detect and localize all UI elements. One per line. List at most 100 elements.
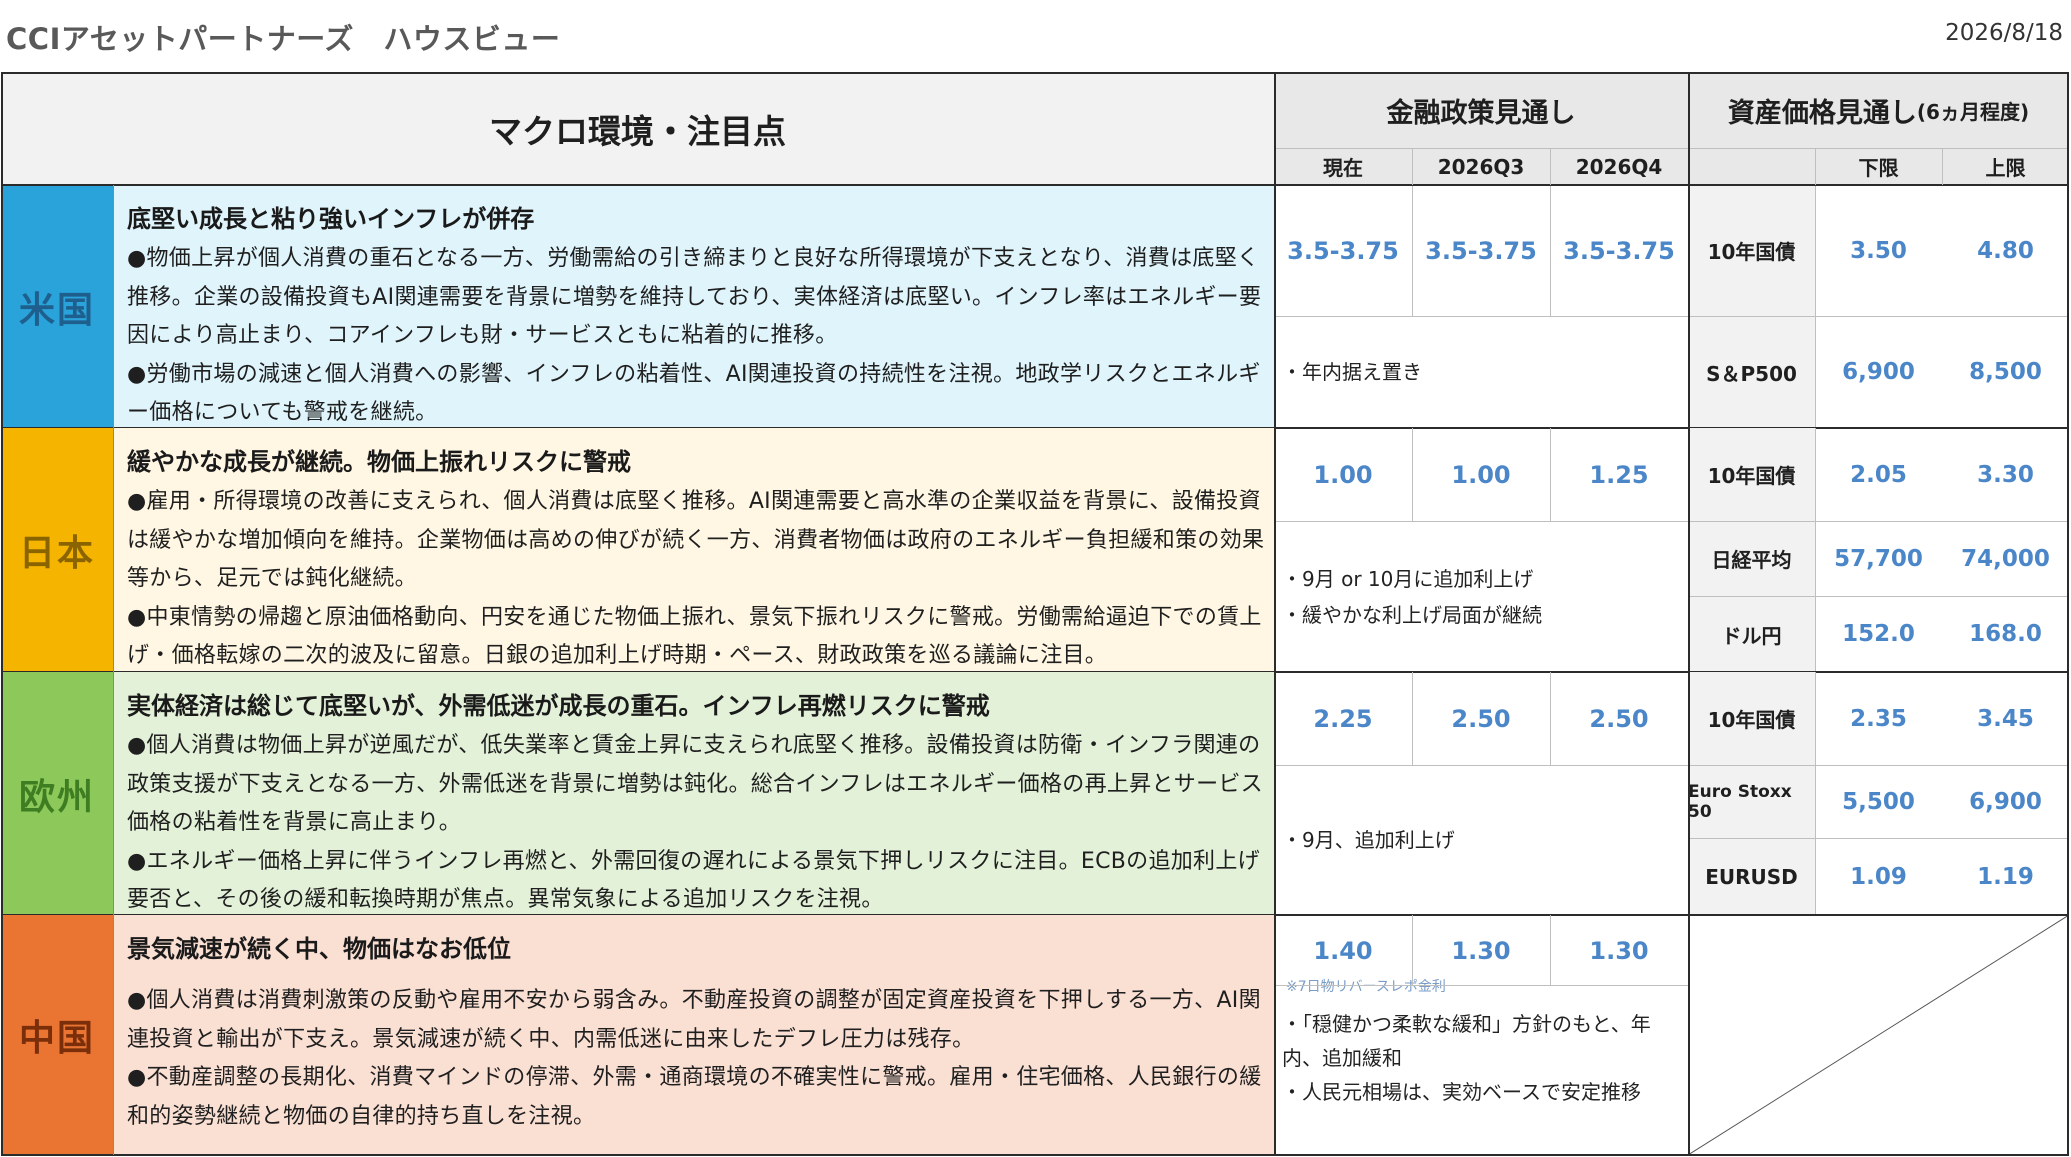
region-name: 欧州 — [1, 672, 113, 915]
policy-rate-value: 1.40 — [1313, 937, 1373, 965]
policy-rate-value: 3.5-3.75 — [1425, 236, 1537, 265]
region-paragraph: ●雇用・所得環境の改善に支えられ、個人消費は底堅く推移。AI関連需要と高水準の企… — [127, 489, 1265, 591]
asset-label: 10年国債 — [1688, 428, 1815, 521]
macro-header: マクロ環境・注目点 — [1, 72, 1274, 185]
region-paragraph: ●不動産調整の長期化、消費マインドの停滞、外需・通商環境の不確実性に警戒。雇用・… — [127, 1065, 1262, 1129]
asset-label: 10年国債 — [1688, 185, 1815, 316]
rate-col-divider — [1550, 915, 1551, 985]
policy-rate-footnote: ※7日物リバースレポ金利 — [1286, 979, 1446, 995]
region-headline: 底堅い成長と粘り強いインフレが併存 — [127, 205, 535, 233]
policy-notes: ※7日物リバースレポ金利・「穏健かつ柔軟な緩和」方針のもと、年内、追加緩和・人民… — [1274, 979, 1688, 1155]
asset-upper-bound: 3.30 — [1977, 461, 2034, 488]
report-date: 2026/8/18 — [1945, 20, 2063, 46]
header-split — [1274, 148, 2069, 149]
policy-rate-value: 2.50 — [1451, 704, 1511, 733]
asset-upper-bound: 6,900 — [1969, 788, 2042, 815]
empty-diagonal-cell — [1688, 915, 2069, 1155]
region-name: 中国 — [1, 915, 113, 1155]
policy-rate-value: 2.50 — [1589, 704, 1649, 733]
region-headline: 景気減速が続く中、物価はなお低位 — [127, 935, 511, 963]
asset-label: Euro Stoxx 50 — [1688, 765, 1815, 838]
region-paragraph: ●中東情勢の帰趨と原油価格動向、円安を通じた物価上振れ、景気下振れリスクに警戒。… — [127, 604, 1262, 669]
policy-subheader: 2026Q3 — [1412, 148, 1550, 185]
policy-notes: ・年内据え置き — [1274, 316, 1688, 428]
asset-label: 日経平均 — [1688, 521, 1815, 596]
rate-col-divider — [1412, 672, 1413, 765]
asset-row-divider — [1688, 765, 2069, 766]
policy-subheader: 2026Q4 — [1550, 148, 1688, 185]
asset-lower-bound: 6,900 — [1842, 359, 1915, 385]
rate-divider — [1274, 985, 1688, 986]
rate-col-divider — [1412, 428, 1413, 521]
region-paragraph: ●個人消費は消費刺激策の反動や雇用不安から弱含み。不動産投資の調整が固定資産投資… — [127, 988, 1261, 1052]
asset-lower-bound: 2.05 — [1850, 461, 1907, 488]
region-headline: 緩やかな成長が継続。物価上振れリスクに警戒 — [127, 448, 631, 476]
rate-col-divider — [1550, 428, 1551, 521]
asset-lower-bound: 2.35 — [1850, 705, 1907, 732]
policy-note-item: ・緩やかな利上げ局面が継続 — [1282, 602, 1542, 627]
policy-rate-value: 1.30 — [1589, 937, 1649, 965]
asset-subheader: 下限 — [1815, 148, 1942, 185]
region-headline: 実体経済は総じて底堅いが、外需低迷が成長の重石。インフレ再燃リスクに警戒 — [127, 692, 990, 720]
rate-col-divider — [1550, 672, 1551, 765]
rate-col-divider — [1550, 185, 1551, 316]
asset-subheader: 上限 — [1942, 148, 2069, 185]
asset-row-divider — [1688, 838, 2069, 839]
table-column-border — [1, 72, 3, 1155]
asset-subheader-blank — [1688, 148, 1815, 185]
asset-lower-bound: 3.50 — [1850, 237, 1907, 264]
asset-label: S＆P500 — [1688, 316, 1815, 428]
region-paragraph: ●物価上昇が個人消費の重石となる一方、労働需給の引き締まりと良好な所得環境が下支… — [127, 246, 1262, 348]
policy-rate-value: 1.00 — [1451, 460, 1511, 489]
asset-header: 資産価格見通し (6ヵ月程度) — [1688, 72, 2069, 148]
policy-note-item: ・「穏健かつ柔軟な緩和」方針のもと、年内、追加緩和 — [1282, 1012, 1651, 1070]
asset-col-divider — [1815, 428, 1816, 672]
asset-lower-bound: 152.0 — [1842, 621, 1915, 647]
table-column-border — [1274, 72, 1276, 1155]
rate-divider — [1274, 521, 1688, 522]
region-commentary: 底堅い成長と粘り強いインフレが併存 ●物価上昇が個人消費の重石となる一方、労働需給… — [113, 185, 1274, 428]
policy-rate-value: 2.25 — [1313, 704, 1373, 733]
asset-row-divider — [1688, 596, 2069, 597]
diagonal-line — [1688, 915, 2069, 1155]
asset-upper-bound: 74,000 — [1961, 545, 2050, 572]
asset-label: 10年国債 — [1688, 672, 1815, 765]
header-top-border — [1, 72, 2069, 74]
rate-divider — [1274, 316, 1688, 317]
header-sub-divider — [1412, 148, 1413, 185]
region-commentary: 実体経済は総じて底堅いが、外需低迷が成長の重石。インフレ再燃リスクに警戒 ●個人消… — [113, 672, 1274, 915]
asset-upper-bound: 168.0 — [1969, 621, 2042, 647]
policy-rate-value: 1.25 — [1589, 460, 1649, 489]
asset-lower-bound: 57,700 — [1834, 545, 1923, 572]
rate-col-divider — [1412, 185, 1413, 316]
header-sub-divider — [1815, 148, 1816, 185]
asset-col-divider — [1815, 672, 1816, 915]
rate-divider — [1274, 765, 1688, 766]
asset-lower-bound: 5,500 — [1842, 788, 1915, 815]
asset-upper-bound: 8,500 — [1969, 359, 2042, 385]
app-title: CCIアセットパートナーズ ハウスビュー — [6, 22, 561, 56]
asset-label: EURUSD — [1688, 838, 1815, 915]
policy-rate-value: 1.00 — [1313, 460, 1373, 489]
region-bottom-border — [1, 1154, 2069, 1156]
asset-upper-bound: 1.19 — [1977, 863, 2034, 890]
policy-note-item: ・9月 or 10月に追加利上げ — [1282, 566, 1534, 591]
policy-rate-value: 3.5-3.75 — [1563, 236, 1675, 265]
policy-rate-value: 1.30 — [1451, 937, 1511, 965]
policy-note-item: ・人民元相場は、実効ベースで安定推移 — [1282, 1080, 1641, 1104]
region-paragraph: ●労働市場の減速と個人消費への影響、インフレの粘着性、AI関連投資の持続性を注視… — [127, 361, 1261, 426]
header-sub-divider — [1942, 148, 1943, 185]
table-column-border — [1688, 72, 1690, 1155]
policy-subheader: 現在 — [1274, 148, 1412, 185]
region-label-border — [113, 185, 114, 1155]
region-commentary: 緩やかな成長が継続。物価上振れリスクに警戒 ●雇用・所得環境の改善に支えられ、個人… — [113, 428, 1274, 672]
table-column-border — [2067, 72, 2069, 1155]
policy-rate-value: 3.5-3.75 — [1287, 236, 1399, 265]
asset-col-divider — [1815, 185, 1816, 428]
asset-row-divider — [1688, 316, 2069, 317]
region-commentary: 景気減速が続く中、物価はなお低位 ●個人消費は消費刺激策の反動や雇用不安から弱含み… — [113, 915, 1274, 1155]
policy-note-item: ・年内据え置き — [1282, 360, 1422, 384]
header-bottom-border — [1, 184, 2069, 186]
asset-header-suffix: (6ヵ月程度) — [1916, 99, 2030, 124]
asset-label: ドル円 — [1688, 596, 1815, 672]
